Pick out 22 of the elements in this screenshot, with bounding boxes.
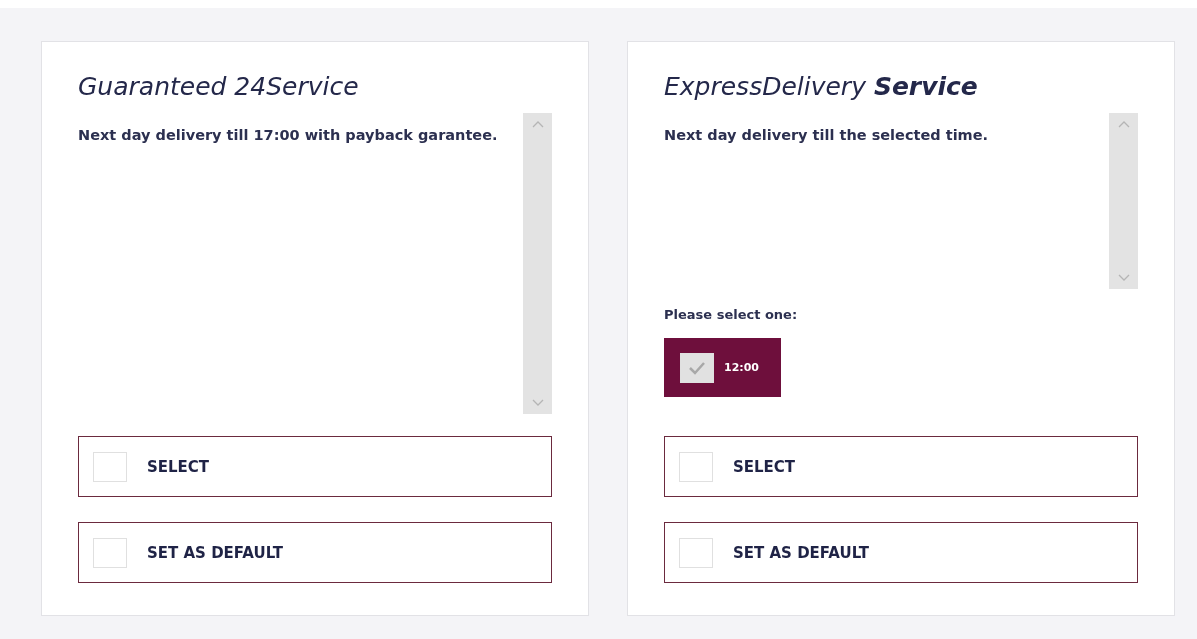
- time-option[interactable]: 12:00: [664, 338, 781, 397]
- check-icon: [688, 360, 706, 375]
- option-button[interactable]: SET AS DEFAULT: [78, 522, 552, 583]
- chevron-up-icon[interactable]: [1117, 121, 1130, 128]
- scrollbar[interactable]: [1109, 113, 1138, 289]
- scrollbar[interactable]: [523, 113, 552, 414]
- prompt-text: Please select one:: [664, 307, 798, 322]
- option-button[interactable]: SET AS DEFAULT: [664, 522, 1138, 583]
- checkbox[interactable]: [93, 451, 127, 482]
- option-button[interactable]: SELECT: [664, 436, 1138, 497]
- chevron-up-icon[interactable]: [531, 121, 544, 128]
- checkbox[interactable]: [93, 537, 127, 568]
- option-button[interactable]: SELECT: [78, 436, 552, 497]
- checkbox[interactable]: [680, 352, 714, 383]
- description-text: Next day delivery till 17:00 with payback garantee.: [78, 126, 499, 145]
- checkbox[interactable]: [679, 537, 713, 568]
- chevron-down-icon[interactable]: [531, 399, 544, 406]
- chevron-down-icon[interactable]: [1117, 274, 1130, 281]
- service-title: ExpressDelivery Service: [664, 72, 979, 101]
- description-text: Next day delivery till the selected time.: [664, 126, 990, 145]
- service-title: Guaranteed 24Service: [78, 72, 360, 101]
- checkbox[interactable]: [679, 451, 713, 482]
